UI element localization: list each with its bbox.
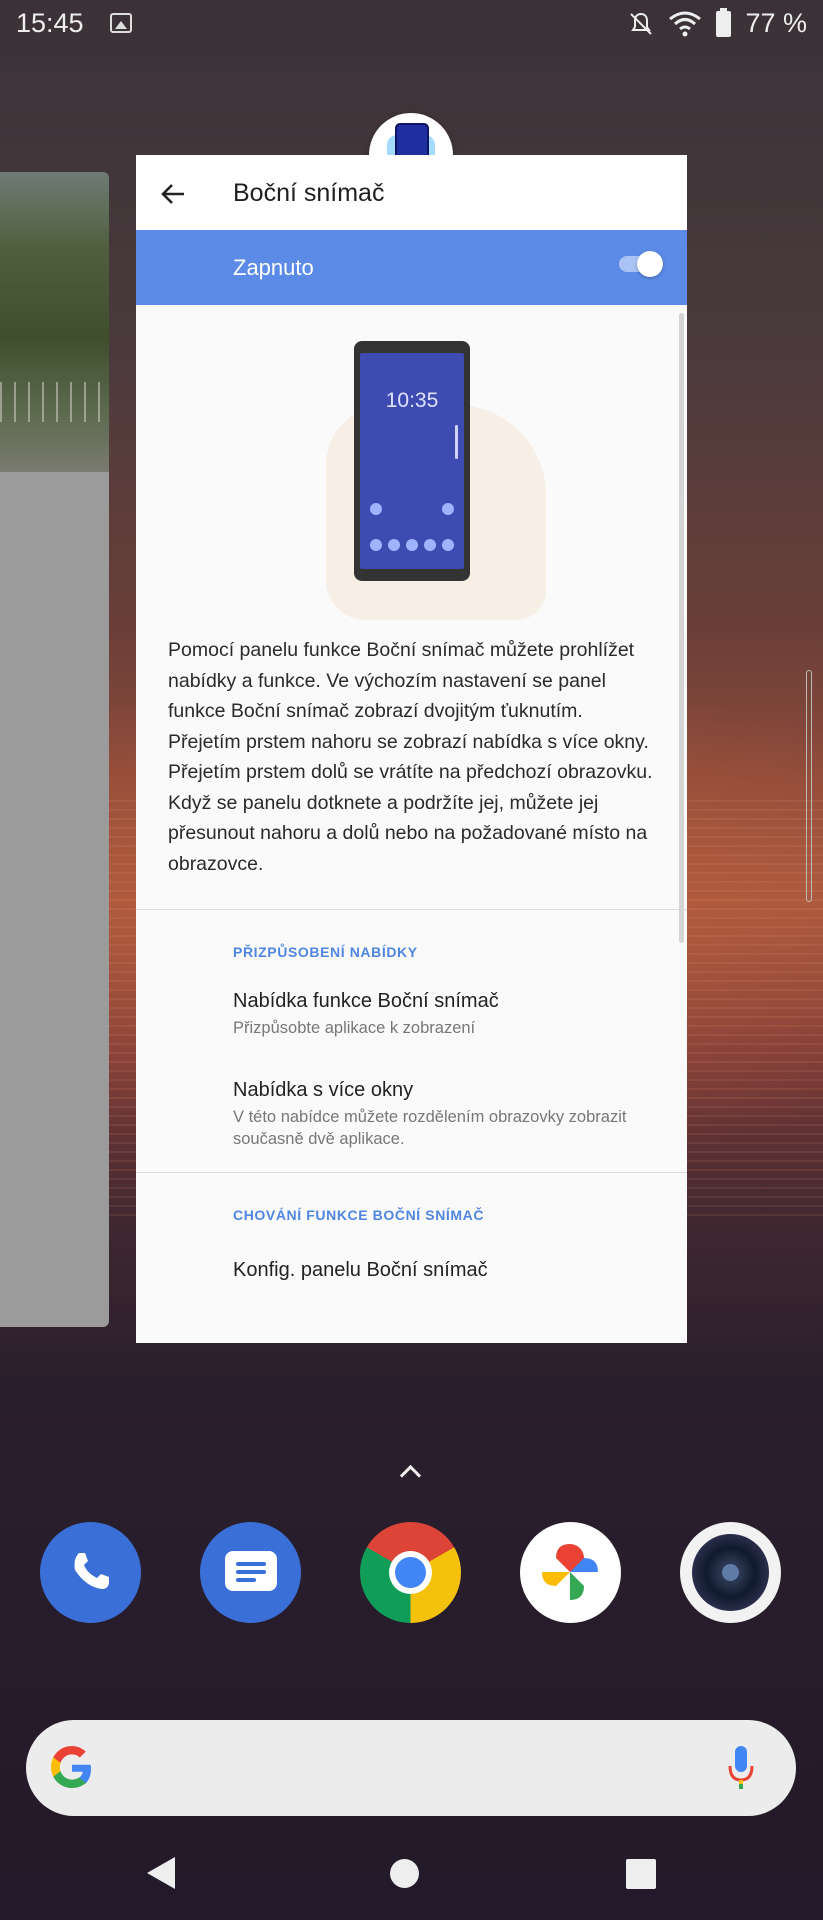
status-time: 15:45 [16, 8, 84, 38]
image-notification-icon [110, 13, 132, 33]
toggle-label: Zapnuto [233, 255, 314, 280]
section-header-behavior: CHOVÁNÍ FUNKCE BOČNÍ SNÍMAČ [233, 1207, 485, 1223]
item-title: Nabídka funkce Boční snímač [233, 990, 499, 1012]
item-title: Nabídka s více okny [233, 1079, 414, 1101]
messages-icon[interactable] [200, 1522, 301, 1623]
nav-back-icon[interactable] [147, 1857, 175, 1889]
battery-percent: 77 % [745, 8, 807, 38]
menu-item-multi-window[interactable]: Nabídka s více okny V této nabídce můžet… [136, 1079, 687, 1150]
item-subtitle: Přizpůsobte aplikace k zobrazení [233, 1019, 476, 1037]
item-subtitle: V této nabídce můžete rozdělením obrazov… [233, 1108, 627, 1148]
nav-recents-icon[interactable] [626, 1859, 656, 1889]
status-bar: 15:45 77 % [0, 0, 823, 48]
nav-home-icon[interactable] [390, 1859, 419, 1888]
recent-app-thumbnail-photo [0, 172, 109, 472]
app-bar: Boční snímač [136, 155, 687, 230]
microphone-icon[interactable] [726, 1744, 756, 1792]
switch-knob [637, 251, 663, 277]
battery-icon [716, 7, 732, 37]
recent-app-card-left[interactable] [0, 172, 109, 1327]
illustration-clock: 10:35 [385, 389, 439, 412]
page-title: Boční snímač [233, 179, 385, 207]
section-header-customize: PŘIZPŮSOBENÍ NABÍDKY [233, 944, 418, 960]
menu-item-side-sense-menu[interactable]: Nabídka funkce Boční snímač Přizpůsobte … [136, 990, 687, 1039]
google-logo-icon [51, 1746, 91, 1788]
recent-app-thumbnail-grey [0, 472, 109, 1327]
back-arrow-icon[interactable] [160, 181, 186, 212]
camera-icon[interactable] [680, 1522, 781, 1623]
chrome-icon[interactable] [360, 1522, 461, 1623]
side-sense-bar [455, 425, 458, 459]
app-drawer-chevron-icon[interactable] [399, 1464, 422, 1487]
menu-item-panel-config[interactable]: Konfig. panelu Boční snímač [136, 1259, 687, 1282]
description-text: Pomocí panelu funkce Boční snímač můžete… [168, 639, 653, 875]
side-sense-illustration: 10:35 [136, 305, 687, 625]
item-title: Konfig. panelu Boční snímač [233, 1259, 488, 1281]
notifications-off-icon [630, 12, 653, 35]
master-toggle-row[interactable]: Zapnuto [136, 230, 687, 305]
navigation-bar [0, 1835, 823, 1920]
edge-scroll-indicator [806, 670, 812, 902]
enable-switch[interactable] [619, 251, 663, 277]
phone-illustration: 10:35 [354, 341, 470, 581]
wifi-icon [669, 11, 702, 36]
google-search-bar[interactable] [26, 1720, 796, 1816]
phone-icon[interactable] [40, 1522, 141, 1623]
photos-icon[interactable] [520, 1522, 621, 1623]
recent-app-card-settings[interactable]: Boční snímač Zapnuto 10:35 Pomocí panelu… [136, 155, 687, 1343]
